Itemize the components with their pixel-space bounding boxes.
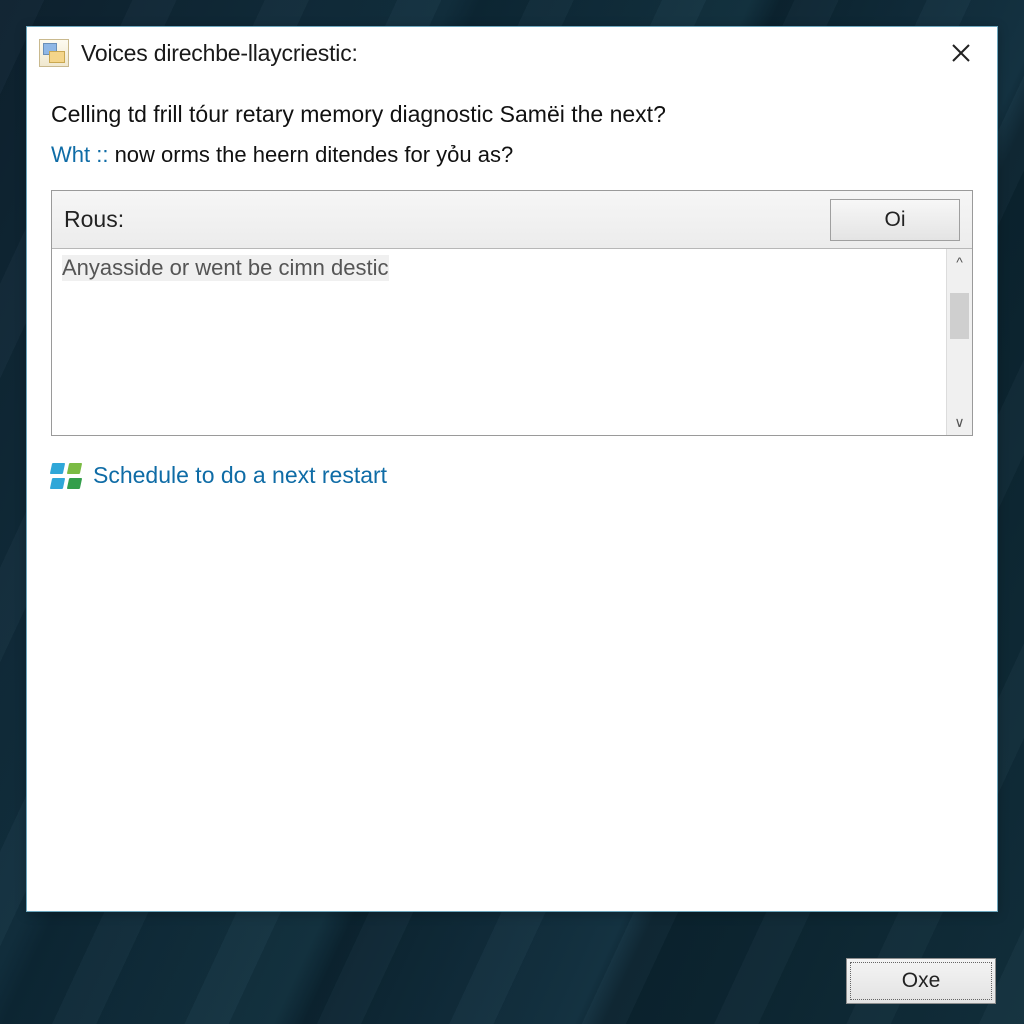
panel-label: Rous: (64, 206, 830, 233)
close-icon (951, 43, 971, 63)
heading-question: Celling td frill tóur retary memory diag… (51, 101, 973, 128)
scroll-thumb[interactable] (950, 293, 969, 339)
memory-diagnostic-dialog: Voices direchbe-llaycriestic: Celling td… (26, 26, 998, 912)
dialog-body: Celling td frill tóur retary memory diag… (27, 79, 997, 489)
vertical-scrollbar[interactable]: ^ ∨ (946, 249, 972, 435)
sub-question-prefix: Wht :: (51, 142, 108, 167)
scroll-track[interactable] (947, 275, 972, 409)
close-button[interactable] (939, 33, 983, 73)
panel-header: Rous: Oi (52, 191, 972, 249)
panel-list[interactable]: Anyasside or went be cimn destic (52, 249, 946, 435)
oxe-button[interactable]: Oxe (846, 958, 996, 1004)
sub-question-rest: now orms the heern ditendes for yỏu as? (108, 142, 513, 167)
oi-button[interactable]: Oi (830, 199, 960, 241)
dialog-title: Voices direchbe-llaycriestic: (81, 40, 939, 67)
schedule-restart-label: Schedule to do a next restart (93, 462, 387, 489)
options-panel: Rous: Oi Anyasside or went be cimn desti… (51, 190, 973, 436)
list-item[interactable]: Anyasside or went be cimn destic (62, 255, 389, 281)
sub-question: Wht :: now orms the heern ditendes for y… (51, 142, 973, 168)
titlebar: Voices direchbe-llaycriestic: (27, 27, 997, 79)
schedule-restart-link[interactable]: Schedule to do a next restart (51, 462, 387, 489)
panel-body: Anyasside or went be cimn destic ^ ∨ (52, 249, 972, 435)
scroll-up-arrow-icon[interactable]: ^ (947, 249, 972, 275)
scroll-down-arrow-icon[interactable]: ∨ (947, 409, 972, 435)
app-icon (39, 39, 69, 67)
windows-flag-icon (51, 463, 81, 489)
